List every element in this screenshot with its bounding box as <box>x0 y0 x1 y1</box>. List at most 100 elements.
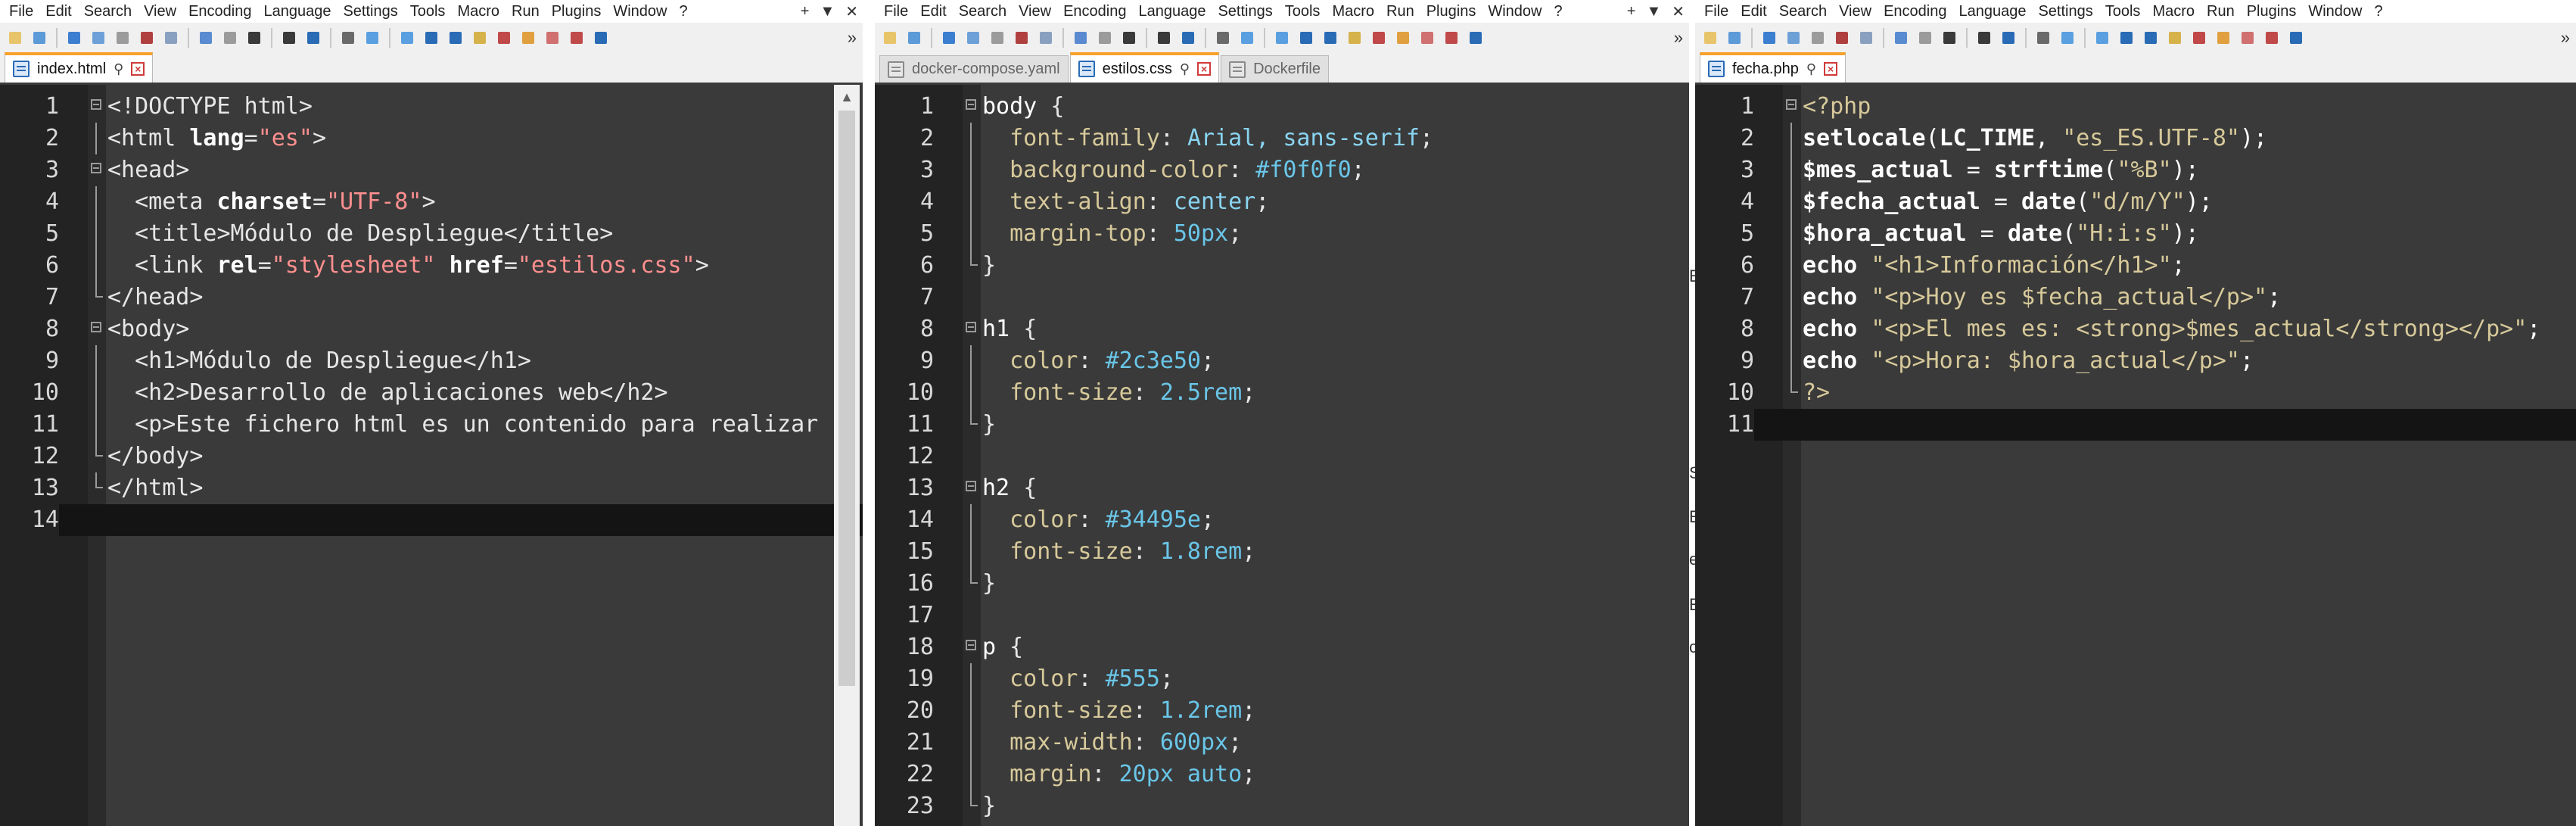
print-icon[interactable] <box>1035 27 1056 48</box>
new-file-icon[interactable] <box>879 27 901 48</box>
menu-item-edit[interactable]: Edit <box>1734 0 1772 23</box>
menu-item-window[interactable]: Window <box>2302 0 2368 23</box>
pin-icon[interactable]: ⚲ <box>114 61 123 77</box>
replace-icon[interactable] <box>1237 27 1258 48</box>
menu-item-tools[interactable]: Tools <box>404 0 452 23</box>
copy-icon[interactable] <box>1915 27 1936 48</box>
cut-icon[interactable] <box>195 27 216 48</box>
word-wrap-icon[interactable] <box>469 27 490 48</box>
tab-dockerfile[interactable]: Dockerfile <box>1221 55 1329 83</box>
paste-icon[interactable] <box>1118 27 1140 48</box>
menu-item-tools[interactable]: Tools <box>1279 0 1327 23</box>
language-icon[interactable] <box>1417 27 1438 48</box>
close-file-icon[interactable] <box>1807 27 1828 48</box>
fold-toggle-icon[interactable] <box>89 91 104 123</box>
close-window-icon[interactable]: ✕ <box>845 2 858 21</box>
fold-toggle-icon[interactable] <box>89 313 104 345</box>
zoom-in-icon[interactable] <box>2092 27 2113 48</box>
scroll-up-arrow-icon[interactable]: ▲ <box>834 85 860 109</box>
code-editor[interactable]: 1 <!DOCTYPE html> 2 <html lang="es"> 3 <head>… <box>0 85 863 826</box>
menu-item-language[interactable]: Language <box>1952 0 2032 23</box>
indent-guide-icon[interactable] <box>1392 27 1414 48</box>
save-all-icon[interactable] <box>88 27 109 48</box>
menu-item-file[interactable]: File <box>3 0 39 23</box>
menu-item-[interactable]: ? <box>2368 0 2388 23</box>
paste-icon[interactable] <box>1939 27 1960 48</box>
language-icon[interactable] <box>542 27 563 48</box>
replace-icon[interactable] <box>362 27 383 48</box>
cut-icon[interactable] <box>1890 27 1912 48</box>
menu-item-language[interactable]: Language <box>1132 0 1212 23</box>
toolbar-overflow-icon[interactable]: » <box>1674 28 1689 48</box>
menu-item-[interactable]: ? <box>1548 0 1568 23</box>
close-file-icon[interactable] <box>987 27 1008 48</box>
close-tab-icon[interactable]: × <box>1824 62 1838 76</box>
close-window-icon[interactable]: ✕ <box>1672 2 1685 21</box>
redo-icon[interactable] <box>303 27 324 48</box>
undo-icon[interactable] <box>1974 27 1995 48</box>
code-editor[interactable]: 1 body {2 font-family: Arial, sans-serif;… <box>875 85 1689 826</box>
show-all-chars-icon[interactable] <box>2189 27 2210 48</box>
undo-icon[interactable] <box>278 27 300 48</box>
sync-scroll-icon[interactable] <box>445 27 466 48</box>
sync-scroll-icon[interactable] <box>1320 27 1341 48</box>
menu-item-edit[interactable]: Edit <box>914 0 952 23</box>
zoom-out-icon[interactable] <box>1296 27 1317 48</box>
menu-item-macro[interactable]: Macro <box>1326 0 1380 23</box>
menu-item-view[interactable]: View <box>138 0 182 23</box>
code-editor[interactable]: 1 <?php 2 setlocale(LC_TIME, "es_ES.UTF-8")… <box>1695 85 2576 826</box>
menu-item-settings[interactable]: Settings <box>1212 0 1278 23</box>
menu-item-language[interactable]: Language <box>257 0 337 23</box>
open-file-icon[interactable] <box>1724 27 1745 48</box>
tab-estilos-css[interactable]: estilos.css ⚲ × <box>1069 52 1220 83</box>
menu-item-plugins[interactable]: Plugins <box>2241 0 2303 23</box>
menu-item-file[interactable]: File <box>1698 0 1734 23</box>
copy-icon[interactable] <box>219 27 241 48</box>
replace-icon[interactable] <box>2057 27 2078 48</box>
new-file-icon[interactable] <box>1700 27 1721 48</box>
menu-item-settings[interactable]: Settings <box>2032 0 2098 23</box>
cut-icon[interactable] <box>1070 27 1091 48</box>
pin-icon[interactable]: ⚲ <box>1180 61 1190 77</box>
close-tab-icon[interactable]: × <box>131 62 145 76</box>
tab-fecha-php[interactable]: fecha.php ⚲ × <box>1700 52 1846 83</box>
word-wrap-icon[interactable] <box>2164 27 2186 48</box>
macro-record-icon[interactable] <box>1441 27 1462 48</box>
indent-guide-icon[interactable] <box>2213 27 2234 48</box>
print-icon[interactable] <box>1856 27 1877 48</box>
print-icon[interactable] <box>160 27 182 48</box>
new-file-icon[interactable] <box>5 27 26 48</box>
show-all-chars-icon[interactable] <box>493 27 515 48</box>
zoom-out-icon[interactable] <box>421 27 442 48</box>
close-all-icon[interactable] <box>136 27 157 48</box>
toolbar-overflow-icon[interactable]: » <box>2561 28 2576 48</box>
vertical-scrollbar[interactable]: ▲ <box>834 85 860 826</box>
menu-item-search[interactable]: Search <box>78 0 138 23</box>
menu-item-window[interactable]: Window <box>1482 0 1548 23</box>
fold-toggle-icon[interactable] <box>964 631 979 663</box>
menu-item-plugins[interactable]: Plugins <box>1420 0 1482 23</box>
indent-guide-icon[interactable] <box>518 27 539 48</box>
macro-record-icon[interactable] <box>2261 27 2282 48</box>
menu-item-encoding[interactable]: Encoding <box>1057 0 1132 23</box>
menu-item-macro[interactable]: Macro <box>2146 0 2201 23</box>
undo-icon[interactable] <box>1153 27 1174 48</box>
scroll-thumb[interactable] <box>838 111 855 686</box>
word-wrap-icon[interactable] <box>1344 27 1365 48</box>
menu-item-run[interactable]: Run <box>2201 0 2241 23</box>
menu-item-[interactable]: ? <box>673 0 693 23</box>
zoom-in-icon[interactable] <box>1271 27 1293 48</box>
fold-toggle-icon[interactable] <box>964 91 979 123</box>
open-file-icon[interactable] <box>29 27 50 48</box>
tab-docker-compose-yaml[interactable]: docker-compose.yaml <box>879 55 1069 83</box>
macro-play-icon[interactable] <box>2285 27 2307 48</box>
pin-icon[interactable]: ⚲ <box>1806 61 1816 77</box>
menu-item-encoding[interactable]: Encoding <box>182 0 257 23</box>
menu-item-view[interactable]: View <box>1013 0 1057 23</box>
paste-icon[interactable] <box>244 27 265 48</box>
find-icon[interactable] <box>1212 27 1234 48</box>
close-file-icon[interactable] <box>112 27 133 48</box>
dropdown-icon[interactable]: ▼ <box>820 3 835 20</box>
macro-play-icon[interactable] <box>590 27 611 48</box>
new-window-plus-icon[interactable]: + <box>1627 3 1636 20</box>
